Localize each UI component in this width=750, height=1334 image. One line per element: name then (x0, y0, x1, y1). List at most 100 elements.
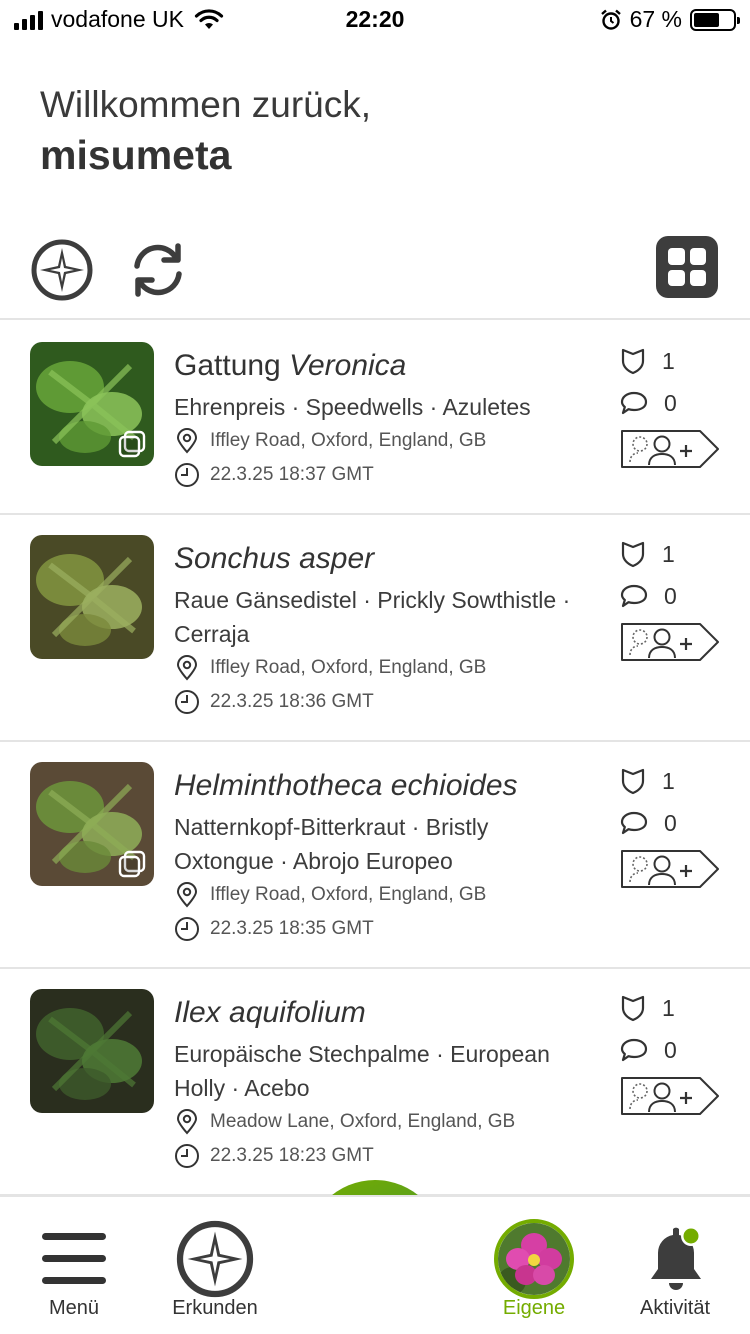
faves-count: 1 (620, 987, 730, 1029)
scientific-name: Ilex aquifolium (174, 996, 366, 1029)
multiple-photos-icon (118, 850, 146, 878)
datetime-text: 22.3.25 18:23 GMT (210, 1145, 374, 1166)
bottom-navigation: Menü Erkunden Eigene Aktivität (0, 1195, 750, 1334)
location-text: Iffley Road, Oxford, England, GB (210, 657, 487, 678)
compass-icon (31, 239, 93, 301)
clock-icon (175, 463, 199, 487)
nav-explore[interactable]: Erkunden (145, 1197, 285, 1334)
map-pin-icon (176, 882, 198, 908)
comment-icon (620, 811, 648, 835)
observation-datetime: 22.3.25 18:36 GMT (174, 685, 574, 719)
location-text: Meadow Lane, Oxford, England, GB (210, 1111, 516, 1132)
observation-row[interactable]: Helminthotheca echioides Natternkopf-Bitt… (0, 742, 750, 969)
alarm-icon (600, 9, 621, 30)
map-pin-icon (176, 1109, 198, 1135)
faves-count: 1 (620, 533, 730, 575)
clock-icon (175, 1144, 199, 1168)
observation-location: Iffley Road, Oxford, England, GB (174, 878, 574, 912)
greeting: Willkommen zurück, misumeta (40, 84, 371, 179)
suggest-id-icon[interactable] (620, 1075, 720, 1117)
taxon-name: Gattung Veronica (174, 346, 574, 386)
suggest-id-icon[interactable] (620, 428, 720, 470)
comment-icon (620, 1038, 648, 1062)
clock-icon (175, 690, 199, 714)
nav-explore-label: Erkunden (172, 1297, 258, 1319)
observation-location: Iffley Road, Oxford, England, GB (174, 651, 574, 685)
observation-location: Meadow Lane, Oxford, England, GB (174, 1105, 574, 1139)
user-avatar (494, 1219, 574, 1299)
suggest-id-icon[interactable] (620, 848, 720, 890)
map-pin-icon (176, 655, 198, 681)
common-names: Raue Gänsedistel · Prickly Sowthistle · … (174, 587, 571, 647)
refresh-icon (134, 243, 182, 297)
location-text: Iffley Road, Oxford, England, GB (210, 884, 487, 905)
faves-count: 1 (620, 340, 730, 382)
taxon-rank: Gattung (174, 349, 290, 382)
scientific-name: Helminthotheca echioides (174, 769, 518, 802)
grid-view-button[interactable] (656, 236, 718, 298)
common-names: Natternkopf-Bitterkraut · Bristly Oxtong… (174, 814, 489, 874)
scientific-name: Veronica (289, 349, 407, 382)
observation-photo[interactable] (30, 535, 154, 659)
location-text: Iffley Road, Oxford, England, GB (210, 430, 487, 451)
comments-number: 0 (664, 1036, 677, 1063)
observation-row[interactable]: Sonchus asper Raue Gänsedistel · Prickly … (0, 515, 750, 742)
suggest-id-icon[interactable] (620, 621, 720, 663)
clock-icon (175, 917, 199, 941)
comments-count: 0 (620, 802, 730, 844)
map-pin-icon (176, 428, 198, 454)
faves-number: 1 (662, 994, 675, 1021)
multiple-photos-icon (118, 430, 146, 458)
datetime-text: 22.3.25 18:37 GMT (210, 464, 374, 485)
observation-location: Iffley Road, Oxford, England, GB (174, 424, 574, 458)
comments-number: 0 (664, 582, 677, 609)
nav-own-observations[interactable]: Eigene (464, 1197, 604, 1334)
observation-list: Gattung Veronica Ehrenpreis · Speedwells … (0, 322, 750, 1196)
observation-photo[interactable] (30, 342, 154, 466)
hamburger-menu-icon (42, 1233, 106, 1284)
status-bar: vodafone UK 22:20 67 % (0, 0, 750, 40)
nav-activity[interactable]: Aktivität (605, 1197, 745, 1334)
shield-icon (621, 541, 645, 568)
faves-number: 1 (662, 347, 675, 374)
shield-icon (621, 348, 645, 375)
observation-row[interactable]: Gattung Veronica Ehrenpreis · Speedwells … (0, 322, 750, 515)
faves-number: 1 (662, 540, 675, 567)
comments-number: 0 (664, 389, 677, 416)
compass-icon (176, 1220, 254, 1298)
scientific-name: Sonchus asper (174, 542, 375, 575)
taxon-name: Sonchus asper (174, 539, 574, 579)
refresh-button[interactable] (126, 238, 190, 302)
observation-datetime: 22.3.25 18:35 GMT (174, 912, 574, 946)
shield-icon (621, 768, 645, 795)
explore-button[interactable] (30, 238, 94, 302)
faves-count: 1 (620, 760, 730, 802)
shield-icon (621, 995, 645, 1022)
greeting-text: Willkommen zurück, (40, 84, 371, 125)
grid-view-icon (668, 248, 685, 265)
observation-photo[interactable] (30, 762, 154, 886)
battery-percentage: 67 % (629, 6, 682, 32)
comments-count: 0 (620, 1029, 730, 1071)
datetime-text: 22.3.25 18:36 GMT (210, 691, 374, 712)
nav-activity-label: Aktivität (639, 1297, 711, 1319)
faves-number: 1 (662, 767, 675, 794)
taxon-name: Ilex aquifolium (174, 993, 574, 1033)
nav-own-label: Eigene (502, 1297, 566, 1319)
comments-count: 0 (620, 382, 730, 424)
nav-menu-label: Menü (48, 1297, 100, 1319)
notification-dot-icon (681, 1226, 701, 1246)
comment-icon (620, 391, 648, 415)
comment-icon (620, 584, 648, 608)
username: misumeta (40, 132, 232, 178)
observation-datetime: 22.3.25 18:37 GMT (174, 458, 574, 492)
taxon-name: Helminthotheca echioides (174, 766, 574, 806)
observation-datetime: 22.3.25 18:23 GMT (174, 1139, 574, 1173)
observation-row[interactable]: Ilex aquifolium Europäische Stechpalme · … (0, 969, 750, 1196)
comments-count: 0 (620, 575, 730, 617)
battery-icon (690, 8, 740, 31)
comments-number: 0 (664, 809, 677, 836)
nav-menu[interactable]: Menü (4, 1197, 144, 1334)
toolbar (0, 232, 750, 320)
observation-photo[interactable] (30, 989, 154, 1113)
